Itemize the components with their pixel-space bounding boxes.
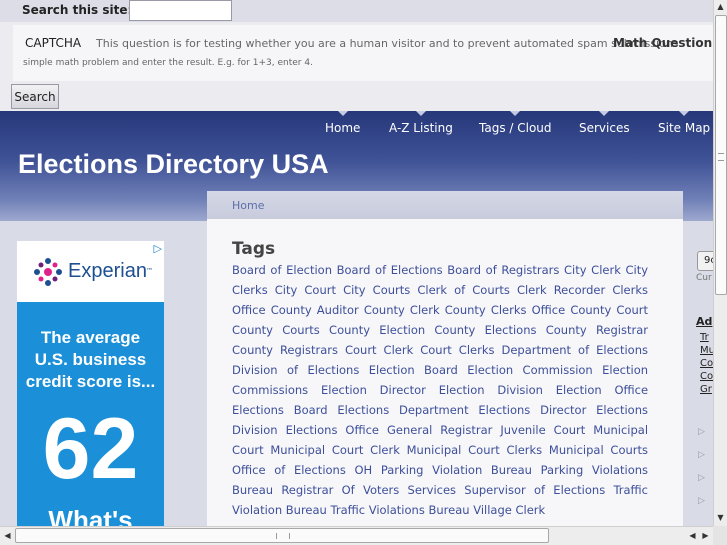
sidebar-link[interactable]: Tr (700, 332, 709, 343)
tag-link[interactable]: Elections Office (286, 423, 379, 437)
tag-link[interactable]: Department of Elections (501, 343, 648, 357)
tag-link[interactable]: County Elections (434, 323, 536, 337)
tag-link[interactable]: Registrar Of Voters (281, 483, 399, 497)
tag-link[interactable]: County Courts (232, 323, 320, 337)
experian-logo-icon (34, 258, 62, 286)
tag-link[interactable]: Office of Elections (232, 463, 346, 477)
captcha-box: CAPTCHA This question is for testing whe… (13, 25, 727, 81)
search-row: Search this site: (0, 0, 713, 22)
tag-link[interactable]: County Auditor (271, 303, 359, 317)
tag-link[interactable]: Municipal Court Clerks (407, 443, 543, 457)
search-label: Search this site: (22, 3, 133, 17)
tag-link[interactable]: Elections Board (232, 403, 328, 417)
tag-link[interactable]: OH (354, 463, 372, 477)
tag-link[interactable]: Parking Violation Bureau (381, 463, 532, 477)
tag-link[interactable]: Election Board (369, 363, 458, 377)
nav-a-z-listing[interactable]: A-Z Listing (389, 111, 453, 135)
tag-link[interactable]: County Clerks Office (445, 303, 565, 317)
nav-site-map[interactable]: Site Map (658, 111, 710, 135)
search-button[interactable]: Search (11, 84, 59, 109)
captcha-description: This question is for testing whether you… (96, 37, 683, 50)
sidebar-link[interactable]: Gr (700, 384, 712, 395)
sidebar-link[interactable]: Co (700, 358, 713, 369)
tag-link[interactable]: Juvenile Court (500, 423, 585, 437)
tag-link[interactable]: Board of Registrars (447, 263, 559, 277)
sidebar-small-text: Cur (696, 273, 712, 283)
captcha-help: simple math problem and enter the result… (23, 58, 313, 68)
tag-link[interactable]: Clerk of Courts (417, 283, 510, 297)
right-sidebar: 9c Cur Ad Tr Mu Co Co Gr (694, 241, 713, 526)
tag-link[interactable]: Municipal Courts (549, 443, 648, 457)
tag-link[interactable]: Election Director (321, 383, 426, 397)
main-nav: Home A-Z Listing Tags / Cloud Services S… (0, 111, 713, 141)
math-question-label: Math Question: * (613, 36, 727, 50)
captcha-title: CAPTCHA (25, 36, 82, 50)
tag-link[interactable]: Clerk Recorder (517, 283, 605, 297)
sidebar-link[interactable]: Mu (700, 345, 713, 356)
ad-logo-area: ▷ Experian ™ (17, 241, 164, 302)
tag-link[interactable]: Board of Election (232, 263, 332, 277)
tag-link[interactable]: City Clerk (564, 263, 621, 277)
tag-link[interactable]: City Courts (343, 283, 410, 297)
nav-tags-cloud[interactable]: Tags / Cloud (479, 111, 552, 135)
breadcrumb-home[interactable]: Home (232, 199, 264, 212)
tag-link[interactable]: County Registrar (546, 323, 648, 337)
tag-cloud: Board of Election Board of Elections Boa… (232, 260, 648, 520)
sidebar-link[interactable]: Co (700, 371, 713, 382)
page-title: Tags (232, 239, 276, 259)
scroll-up-icon[interactable]: ▲ (714, 0, 727, 14)
tag-link[interactable]: Services (408, 483, 457, 497)
tag-link[interactable]: County Court (570, 303, 648, 317)
sidebar-heading[interactable]: Ad (696, 315, 712, 328)
tag-link[interactable]: Court Clerk (345, 343, 413, 357)
grip-icon (276, 533, 290, 539)
nav-services[interactable]: Services (579, 111, 630, 135)
search-input[interactable] (129, 0, 232, 21)
main-content: Tags Board of Election Board of Election… (207, 219, 683, 526)
play-arrow-icon[interactable]: ▷ (698, 450, 705, 460)
scrollbar-corner (713, 526, 727, 545)
tag-link[interactable]: Board of Elections (337, 263, 443, 277)
tag-link[interactable]: Election Office (556, 383, 648, 397)
grip-icon (718, 153, 724, 161)
tag-link[interactable]: Traffic Violations Bureau (331, 503, 470, 517)
tag-link[interactable]: City Court (275, 283, 336, 297)
adchoices-icon[interactable]: ▷ (154, 242, 162, 255)
advertisement[interactable]: ▷ Experian ™ The average U.S. business c… (17, 241, 164, 526)
ad-cta: What's (48, 505, 133, 526)
play-arrow-icon[interactable]: ▷ (698, 473, 705, 483)
play-arrow-icon[interactable]: ▷ (698, 496, 705, 506)
site-title[interactable]: Elections Directory USA (18, 149, 329, 180)
vertical-scroll-thumb[interactable] (715, 15, 727, 295)
horizontal-scrollbar[interactable]: ◀ ◀ ▶ (0, 526, 713, 545)
tag-link[interactable]: Village Clerk (473, 503, 545, 517)
scroll-down-icon[interactable]: ▼ (714, 511, 727, 525)
tag-link[interactable]: Division of Elections (232, 363, 359, 377)
vertical-scrollbar[interactable]: ▲ ▼ (713, 0, 727, 526)
tag-link[interactable]: County Registrars (232, 343, 338, 357)
play-arrow-icon[interactable]: ▷ (698, 427, 705, 437)
horizontal-scroll-thumb[interactable] (15, 528, 549, 543)
trademark-mark: ™ (146, 267, 153, 275)
ad-number: 62 (42, 401, 139, 497)
tag-link[interactable]: Election Commission (467, 363, 592, 377)
breadcrumb: Home (207, 191, 683, 219)
ad-brand: Experian (68, 260, 147, 282)
tag-link[interactable]: Court Clerks (420, 343, 494, 357)
tag-link[interactable]: Supervisor of Elections (464, 483, 605, 497)
tag-link[interactable]: Election Division (439, 383, 543, 397)
nav-home[interactable]: Home (325, 111, 360, 135)
scroll-right-icon[interactable]: ▶ (699, 528, 712, 543)
tag-link[interactable]: County Clerk (364, 303, 440, 317)
tag-link[interactable]: County Election (329, 323, 425, 337)
ad-headline: The average U.S. business credit score i… (25, 328, 156, 391)
sidebar-button[interactable]: 9c (697, 251, 713, 271)
scroll-left-icon[interactable]: ◀ (686, 528, 699, 543)
search-panel: Search this site: CAPTCHA This question … (0, 0, 727, 111)
tag-link[interactable]: Elections Department (337, 403, 468, 417)
tag-link[interactable]: Elections Director (478, 403, 586, 417)
tag-link[interactable]: Municipal Court Clerk (270, 443, 400, 457)
tag-link[interactable]: General Registrar (387, 423, 492, 437)
scroll-left-icon[interactable]: ◀ (1, 528, 14, 543)
